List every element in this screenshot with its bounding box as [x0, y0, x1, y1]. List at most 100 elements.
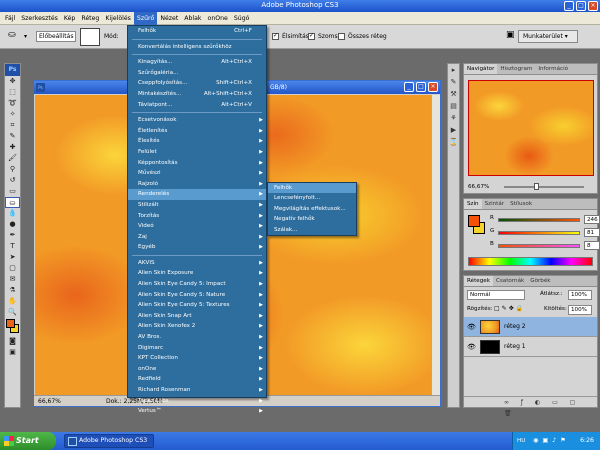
zoom-tool-icon[interactable]: 🔍: [5, 307, 20, 318]
navigator-thumbnail[interactable]: [468, 80, 594, 176]
filter-menu-item[interactable]: Rajzoló ▶: [128, 179, 266, 190]
workspace-button[interactable]: Munkaterület ▾: [518, 30, 578, 43]
pattern-swatch[interactable]: [80, 28, 100, 46]
menu-edit[interactable]: Szerkesztés: [18, 12, 61, 25]
marquee-tool-icon[interactable]: ⬚: [5, 87, 20, 98]
tab-styles[interactable]: Stílusok: [507, 199, 535, 209]
navigator-zoom-slider[interactable]: [504, 183, 584, 190]
b-value[interactable]: 8: [584, 241, 600, 250]
b-slider[interactable]: [498, 244, 580, 248]
foreground-color[interactable]: [6, 319, 15, 328]
submenu-fibers[interactable]: Szálak...: [268, 225, 356, 235]
vertical-scrollbar[interactable]: [431, 95, 440, 395]
filter-menu-item[interactable]: Művészi ▶: [128, 168, 266, 179]
menu-view[interactable]: Nézet: [157, 12, 181, 25]
history-icon[interactable]: ⌛: [448, 136, 459, 148]
r-slider[interactable]: [498, 218, 580, 222]
filter-menu-item[interactable]: Élesítés ▶: [128, 136, 266, 147]
stamp-tool-icon[interactable]: ⚲: [5, 164, 20, 175]
filter-menu-item[interactable]: Digimarc ▶: [128, 343, 266, 354]
filter-menu-item[interactable]: Redfield ▶: [128, 374, 266, 385]
filter-menu-item[interactable]: KPT Collection ▶: [128, 353, 266, 364]
paint-bucket-icon[interactable]: ⛀: [8, 30, 16, 40]
g-slider[interactable]: [498, 231, 580, 235]
g-value[interactable]: 81: [584, 228, 600, 237]
filter-menu-item[interactable]: Alien Skin Eye Candy 5: Textures ▶: [128, 300, 266, 311]
quick-mask-icon[interactable]: ◙: [5, 336, 20, 347]
menu-window[interactable]: Ablak: [181, 12, 204, 25]
filter-menu-item[interactable]: Mintakészítés... Alt+Shift+Ctrl+X: [128, 89, 266, 100]
antialias-checkbox[interactable]: [272, 32, 279, 40]
shape-tool-icon[interactable]: ▢: [5, 263, 20, 274]
minimize-button[interactable]: _: [564, 1, 574, 11]
hand-tool-icon[interactable]: ✋: [5, 296, 20, 307]
filter-menu-item[interactable]: Alien Skin Xenofex 2 ▶: [128, 321, 266, 332]
filter-menu-item[interactable]: Alien Skin Eye Candy 5: Nature ▶: [128, 290, 266, 301]
doc-minimize-button[interactable]: _: [404, 82, 414, 92]
filter-menu-item[interactable]: Renderelés ▶: [128, 189, 266, 200]
filter-menu-item[interactable]: Alien Skin Eye Candy 5: Impact ▶: [128, 279, 266, 290]
language-indicator[interactable]: HU: [517, 432, 525, 450]
menu-onone[interactable]: onOne: [205, 12, 231, 25]
tab-layers[interactable]: Rétegek: [464, 276, 493, 286]
notes-tool-icon[interactable]: ✉: [5, 274, 20, 285]
menu-layer[interactable]: Réteg: [78, 12, 102, 25]
filter-menu-item[interactable]: Egyéb ▶: [128, 242, 266, 253]
maximize-button[interactable]: □: [576, 1, 586, 11]
tab-swatches[interactable]: Szintár: [482, 199, 508, 209]
filter-menu-item[interactable]: Életlenítés ▶: [128, 126, 266, 137]
brush-tool-icon[interactable]: 🖌: [5, 153, 20, 164]
eyedropper-tool-icon[interactable]: ⚗: [5, 285, 20, 296]
layers-footer-buttons[interactable]: ∞ ƒ ◐ ▭ ▢ 🗑: [464, 396, 597, 417]
filter-menu-item[interactable]: Vertus™ ▶: [128, 406, 266, 417]
paint-bucket-tool-icon[interactable]: ⛀: [5, 197, 20, 208]
layer-row[interactable]: 👁 réteg 1: [464, 337, 597, 357]
doc-close-button[interactable]: ×: [428, 82, 438, 92]
all-layers-checkbox[interactable]: [338, 33, 345, 40]
filter-menu-item[interactable]: Képpontosítás ▶: [128, 158, 266, 169]
r-value[interactable]: 246: [584, 215, 600, 224]
zoom-level[interactable]: 66,67%: [38, 396, 61, 407]
brushes-panel-icon[interactable]: ✎: [448, 76, 459, 88]
navigator-zoom[interactable]: 66,67%: [468, 181, 489, 193]
doc-maximize-button[interactable]: □: [416, 82, 426, 92]
dock-handle-icon[interactable]: ▸: [448, 64, 459, 76]
filter-menu-item[interactable]: Távlatpont... Alt+Ctrl+V: [128, 100, 266, 111]
history-brush-tool-icon[interactable]: ↺: [5, 175, 20, 186]
tool-presets-icon[interactable]: ⚒: [448, 88, 459, 100]
filter-menu-item[interactable]: Videó ▶: [128, 221, 266, 232]
magic-wand-tool-icon[interactable]: ✧: [5, 109, 20, 120]
menu-help[interactable]: Súgó: [231, 12, 253, 25]
filter-menu-item[interactable]: Felhők Ctrl+F: [128, 26, 266, 37]
color-swatches[interactable]: [5, 318, 20, 336]
healing-tool-icon[interactable]: ✚: [5, 142, 20, 153]
fill-input[interactable]: 100%: [568, 305, 592, 315]
filter-menu-item[interactable]: Felület ▶: [128, 147, 266, 158]
filter-menu-item[interactable]: Topaz Labs ▶: [128, 396, 266, 407]
filter-menu-item[interactable]: Zaj ▶: [128, 232, 266, 243]
move-tool-icon[interactable]: ✥: [5, 76, 20, 87]
visibility-eye-icon[interactable]: 👁: [467, 323, 476, 331]
tray-icons[interactable]: ◉▣♪⚑: [533, 432, 570, 450]
color-spectrum-bar[interactable]: [468, 257, 593, 266]
filter-menu-item[interactable]: Konvertálás intelligens szűrőkhöz: [128, 42, 266, 53]
filter-menu-item[interactable]: Ecsetvonások ▶: [128, 115, 266, 126]
filter-menu-item[interactable]: onOne ▶: [128, 364, 266, 375]
actions-icon[interactable]: ▶: [448, 124, 459, 136]
tab-channels[interactable]: Csatornák: [493, 276, 527, 286]
menu-image[interactable]: Kép: [61, 12, 78, 25]
menu-select[interactable]: Kijelölés: [102, 12, 134, 25]
submenu-lighting-effects[interactable]: Megvilágítás effektusok...: [268, 204, 356, 214]
close-button[interactable]: ×: [588, 1, 598, 11]
submenu-lens-flare[interactable]: Lencsefényfolt...: [268, 193, 356, 203]
blur-tool-icon[interactable]: 💧: [5, 208, 20, 219]
contiguous-checkbox[interactable]: [308, 32, 315, 40]
color-fg-swatch[interactable]: [468, 215, 480, 227]
menu-filter[interactable]: Szűrő: [133, 11, 158, 25]
filter-menu-item[interactable]: Alien Skin Snap Art ▶: [128, 311, 266, 322]
pen-tool-icon[interactable]: ✒: [5, 230, 20, 241]
filter-menu-item[interactable]: Torzítás ▶: [128, 211, 266, 222]
crop-tool-icon[interactable]: ⌗: [5, 120, 20, 131]
filter-menu-item[interactable]: Szűrőgaléria...: [128, 68, 266, 79]
filter-menu-item[interactable]: Stilizált ▶: [128, 200, 266, 211]
